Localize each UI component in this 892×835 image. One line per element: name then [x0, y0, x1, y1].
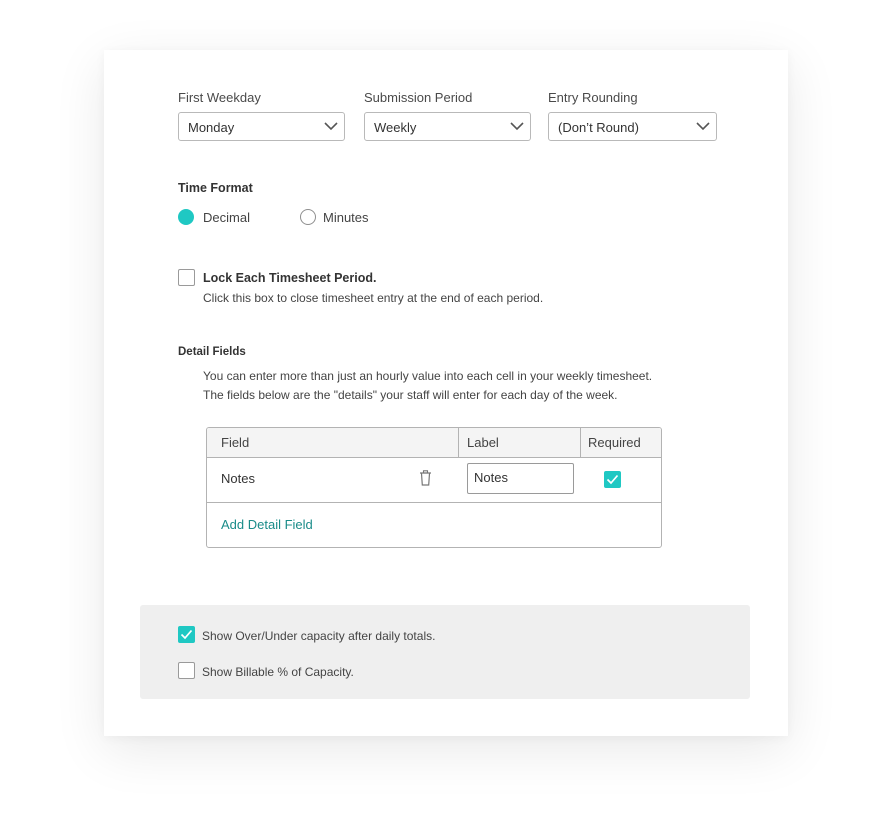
decimal-radio-label: Decimal: [203, 210, 250, 225]
row-divider: [207, 502, 661, 503]
checkmark-icon: [180, 629, 193, 640]
detail-fields-table: Field Label Required Notes Notes Add Det…: [206, 427, 662, 548]
entry-rounding-value: (Don’t Round): [558, 120, 639, 135]
first-weekday-label: First Weekday: [178, 90, 261, 105]
minutes-radio-label: Minutes: [323, 210, 369, 225]
show-billable-label: Show Billable % of Capacity.: [202, 665, 354, 679]
show-over-under-label: Show Over/Under capacity after daily tot…: [202, 629, 436, 643]
submission-period-group: Submission Period Weekly: [364, 90, 531, 141]
show-billable-checkbox[interactable]: [178, 662, 195, 679]
column-header-required: Required: [588, 435, 641, 450]
settings-card: First Weekday Monday Submission Period W…: [104, 50, 788, 736]
column-divider: [580, 428, 581, 457]
column-header-label: Label: [467, 435, 499, 450]
decimal-radio[interactable]: [178, 209, 194, 225]
capacity-options-panel: Show Over/Under capacity after daily tot…: [140, 605, 750, 699]
entry-rounding-label: Entry Rounding: [548, 90, 638, 105]
detail-fields-description-1: You can enter more than just an hourly v…: [203, 369, 653, 383]
submission-period-label: Submission Period: [364, 90, 473, 105]
row-required-checkbox[interactable]: [604, 471, 621, 488]
detail-fields-description-2: The fields below are the "details" your …: [203, 388, 618, 402]
trash-icon[interactable]: [419, 470, 432, 486]
row-label-input[interactable]: Notes: [467, 463, 574, 494]
chevron-down-icon: [324, 122, 338, 131]
row-field-name: Notes: [221, 471, 255, 486]
first-weekday-group: First Weekday Monday: [178, 90, 345, 141]
column-divider: [458, 428, 459, 457]
submission-period-value: Weekly: [374, 120, 417, 135]
show-over-under-checkbox[interactable]: [178, 626, 195, 643]
lock-period-description: Click this box to close timesheet entry …: [203, 291, 544, 305]
checkmark-icon: [606, 474, 619, 485]
submission-period-select[interactable]: Weekly: [364, 112, 531, 141]
time-format-title: Time Format: [178, 181, 253, 195]
lock-period-checkbox[interactable]: [178, 269, 195, 286]
first-weekday-select[interactable]: Monday: [178, 112, 345, 141]
first-weekday-value: Monday: [188, 120, 235, 135]
chevron-down-icon: [510, 122, 524, 131]
entry-rounding-group: Entry Rounding (Don’t Round): [548, 90, 717, 141]
lock-period-title: Lock Each Timesheet Period.: [203, 271, 377, 285]
entry-rounding-select[interactable]: (Don’t Round): [548, 112, 717, 141]
column-header-field: Field: [221, 435, 250, 450]
chevron-down-icon: [696, 122, 710, 131]
minutes-radio[interactable]: [300, 209, 316, 225]
detail-fields-title: Detail Fields: [178, 346, 246, 358]
table-header: Field Label Required: [207, 428, 661, 458]
add-detail-field-link[interactable]: Add Detail Field: [221, 517, 313, 532]
